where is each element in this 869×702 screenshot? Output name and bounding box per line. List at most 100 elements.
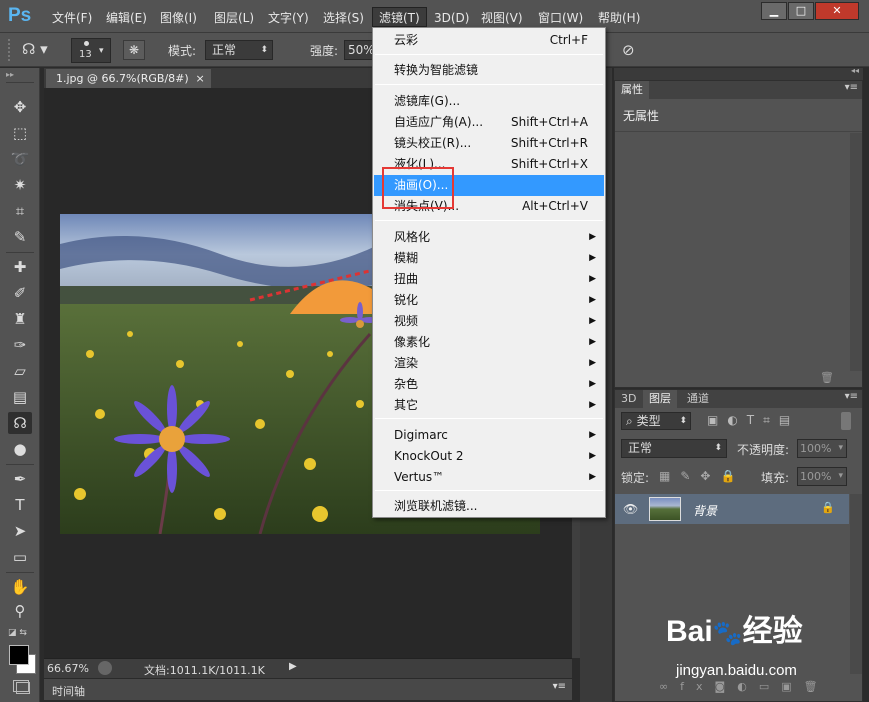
menu-item-video[interactable]: 视频 ▶ — [374, 311, 604, 332]
menu-window[interactable]: 窗口(W) — [532, 8, 589, 28]
foreground-color-swatch[interactable] — [9, 645, 29, 665]
menu-item-digimarc[interactable]: Digimarc ▶ — [374, 425, 604, 446]
menu-item-blur[interactable]: 模糊 ▶ — [374, 248, 604, 269]
blend-mode-select[interactable]: 正常 ⬍ — [621, 439, 727, 458]
tab-layers[interactable]: 图层 — [643, 390, 677, 408]
layer-row[interactable]: 👁 背景 🔒 — [615, 494, 849, 524]
panel-menu-icon[interactable]: ▾≡ — [553, 681, 566, 692]
menu-item-distort[interactable]: 扭曲 ▶ — [374, 269, 604, 290]
tab-properties[interactable]: 属性 — [615, 81, 649, 99]
clone-stamp-tool-icon[interactable]: ♜ — [8, 308, 32, 330]
menu-item-adaptive-wide-angle[interactable]: 自适应广角(A)... Shift+Ctrl+A — [374, 112, 604, 133]
zoom-tool-icon[interactable]: ⚲ — [8, 600, 32, 622]
status-menu-icon[interactable] — [98, 661, 112, 675]
menu-item-pixelate[interactable]: 像素化 ▶ — [374, 332, 604, 353]
timeline-panel-header[interactable]: 时间轴 ▾≡ — [44, 678, 572, 700]
menu-item-render[interactable]: 渲染 ▶ — [374, 353, 604, 374]
path-selection-tool-icon[interactable]: ➤ — [8, 520, 32, 542]
layer-kind-filter[interactable]: ⌕ 类型 ⬍ — [621, 412, 691, 430]
play-arrow-icon[interactable]: ▶ — [289, 661, 297, 672]
menu-item-filter-gallery[interactable]: 滤镜库(G)... — [374, 91, 604, 112]
mode-select[interactable]: 正常 ⬍ — [205, 40, 273, 60]
history-brush-tool-icon[interactable]: ✑ — [8, 334, 32, 356]
layer-actions-icons[interactable]: ∞fx◙◐▭▣🗑 — [659, 680, 830, 693]
strength-input[interactable]: 50% — [344, 40, 375, 60]
menu-item-other[interactable]: 其它 ▶ — [374, 395, 604, 416]
trash-icon[interactable]: 🗑 — [820, 371, 834, 384]
filter-menu: 云彩 Ctrl+F 转换为智能滤镜 滤镜库(G)... 自适应广角(A)... Sh… — [372, 27, 606, 518]
menu-item-vertus[interactable]: Vertus™ ▶ — [374, 467, 604, 488]
eraser-tool-icon[interactable]: ▱ — [8, 360, 32, 382]
brush-panel-toggle-icon[interactable]: ❋ — [123, 40, 145, 60]
menu-item-sharpen[interactable]: 锐化 ▶ — [374, 290, 604, 311]
magic-wand-tool-icon[interactable]: ✷ — [8, 174, 32, 196]
lock-options-icons[interactable]: ▦✎✥🔒 — [659, 469, 745, 483]
eyedropper-tool-icon[interactable]: ✎ — [8, 226, 32, 248]
pen-tool-icon[interactable]: ✒ — [8, 468, 32, 490]
screen-mode-icon[interactable] — [16, 682, 30, 694]
pressure-icon[interactable]: ⊘ — [622, 41, 642, 59]
document-size-info: 文档:1011.1K/1011.1K — [144, 664, 265, 677]
lasso-tool-icon[interactable]: ➰ — [8, 148, 32, 170]
dodge-tool-icon[interactable]: ● — [8, 438, 32, 460]
menu-item-clouds[interactable]: 云彩 Ctrl+F — [374, 30, 604, 51]
menu-filter[interactable]: 滤镜(T) — [372, 7, 427, 27]
smudge-tool-preset-icon[interactable]: ☊ ▾ — [22, 40, 60, 60]
filter-toggle[interactable] — [841, 412, 851, 430]
menu-item-lens-correction[interactable]: 镜头校正(R)... Shift+Ctrl+R — [374, 133, 604, 154]
tab-3d[interactable]: 3D — [615, 390, 642, 408]
rectangle-tool-icon[interactable]: ▭ — [8, 546, 32, 568]
menu-image[interactable]: 图像(I) — [154, 8, 203, 28]
menu-item-knockout[interactable]: KnockOut 2 ▶ — [374, 446, 604, 467]
collapse-icon[interactable]: ▸▸ — [6, 70, 14, 79]
tab-channels[interactable]: 通道 — [681, 390, 715, 408]
layers-scrollbar[interactable] — [850, 494, 862, 674]
annotation-highlight-box — [382, 167, 454, 209]
menu-item-noise[interactable]: 杂色 ▶ — [374, 374, 604, 395]
crop-tool-icon[interactable]: ⌗ — [8, 200, 32, 222]
brush-size-picker[interactable]: 13 ▾ — [71, 38, 111, 63]
menu-item-browse-online-filters[interactable]: 浏览联机滤镜... — [374, 496, 604, 517]
maximize-button[interactable]: □ — [788, 2, 814, 20]
menu-select[interactable]: 选择(S) — [317, 8, 370, 28]
layers-panel: 3D 图层 通道 ▾≡ ⌕ 类型 ⬍ ▣◐T⌗▤ 正常 ⬍ 不透明度: 100%… — [614, 389, 863, 702]
minimize-button[interactable]: ▁ — [761, 2, 787, 20]
submenu-arrow-icon: ▶ — [589, 274, 596, 284]
menu-view[interactable]: 视图(V) — [475, 8, 529, 28]
status-bar: 66.67% 文档:1011.1K/1011.1K ▶ — [44, 658, 572, 678]
zoom-level[interactable]: 66.67% — [47, 662, 89, 675]
panel-menu-icon[interactable]: ▾≡ — [845, 391, 858, 402]
default-colors-icon[interactable]: ◪ ⇆ — [8, 628, 27, 638]
marquee-tool-icon[interactable]: ⬚ — [8, 122, 32, 144]
collapse-icon[interactable]: ◂◂ — [851, 66, 859, 75]
document-tab[interactable]: 1.jpg @ 66.7%(RGB/8#) × — [46, 69, 211, 88]
timeline-tab[interactable]: 时间轴 — [52, 683, 85, 699]
opacity-value: 100% — [800, 442, 832, 455]
opacity-input[interactable]: 100% ▾ — [797, 439, 847, 458]
photoshop-logo: Ps — [8, 5, 32, 26]
menu-layer[interactable]: 图层(L) — [208, 8, 260, 28]
close-tab-icon[interactable]: × — [195, 69, 204, 88]
menu-item-stylize[interactable]: 风格化 ▶ — [374, 227, 604, 248]
menu-file[interactable]: 文件(F) — [46, 8, 98, 28]
menu-3d[interactable]: 3D(D) — [428, 8, 475, 28]
layer-name[interactable]: 背景 — [693, 502, 717, 519]
menu-help[interactable]: 帮助(H) — [592, 8, 646, 28]
menu-item-convert-smart-filters[interactable]: 转换为智能滤镜 — [374, 60, 604, 81]
healing-brush-tool-icon[interactable]: ✚ — [8, 256, 32, 278]
move-tool-icon[interactable]: ✥ — [8, 96, 32, 118]
brush-tool-icon[interactable]: ✐ — [8, 282, 32, 304]
divider — [375, 490, 603, 491]
close-button[interactable]: ✕ — [815, 2, 859, 20]
menu-edit[interactable]: 编辑(E) — [100, 8, 153, 28]
hand-tool-icon[interactable]: ✋ — [8, 576, 32, 598]
menu-type[interactable]: 文字(Y) — [262, 8, 315, 28]
layer-filter-icons[interactable]: ▣◐T⌗▤ — [707, 413, 799, 428]
fill-input[interactable]: 100% ▾ — [797, 467, 847, 486]
smudge-tool-icon[interactable]: ☊ — [8, 412, 32, 434]
gradient-tool-icon[interactable]: ▤ — [8, 386, 32, 408]
properties-scrollbar[interactable] — [850, 133, 862, 371]
eye-visibility-icon[interactable]: 👁 — [623, 502, 638, 516]
type-tool-icon[interactable]: T — [8, 494, 32, 516]
panel-menu-icon[interactable]: ▾≡ — [845, 82, 858, 93]
